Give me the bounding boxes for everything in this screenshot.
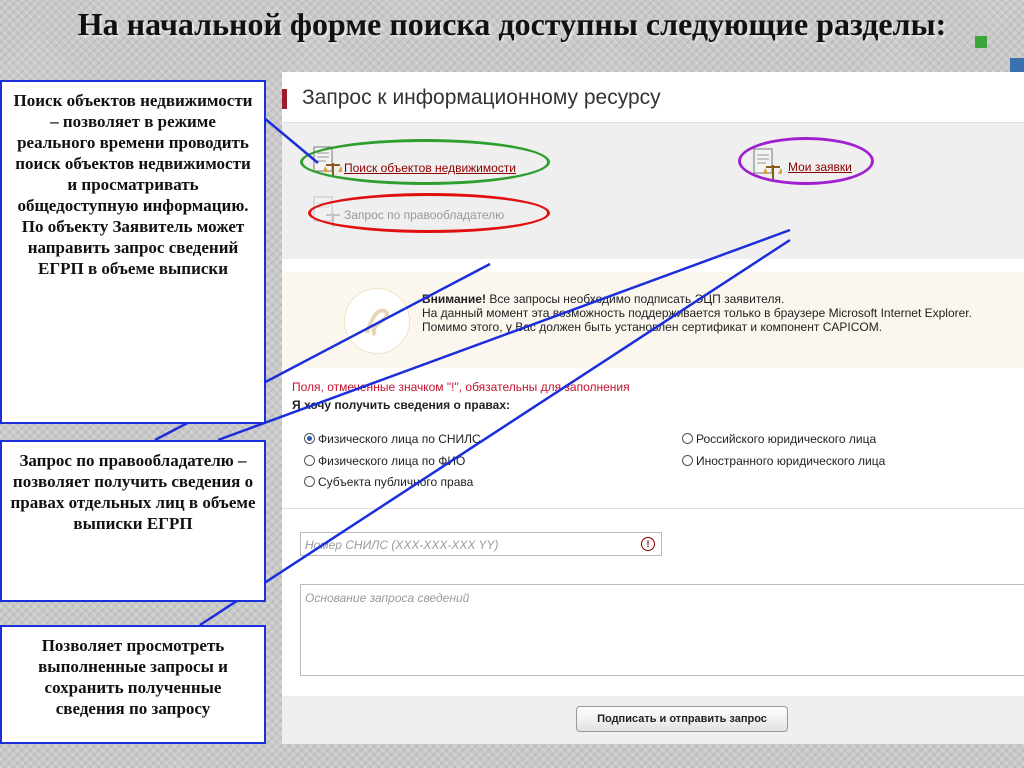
- annotation-search-objects: Поиск объектов недвижимости – позволяет …: [0, 80, 266, 424]
- connector-line: [217, 228, 791, 442]
- annotation-my-requests: Позволяет просмотреть выполненные запрос…: [0, 625, 266, 744]
- connector-line: [262, 116, 319, 164]
- annotation-owner-request: Запрос по правообладателю – позволяет по…: [0, 440, 266, 602]
- connector-line: [199, 238, 791, 627]
